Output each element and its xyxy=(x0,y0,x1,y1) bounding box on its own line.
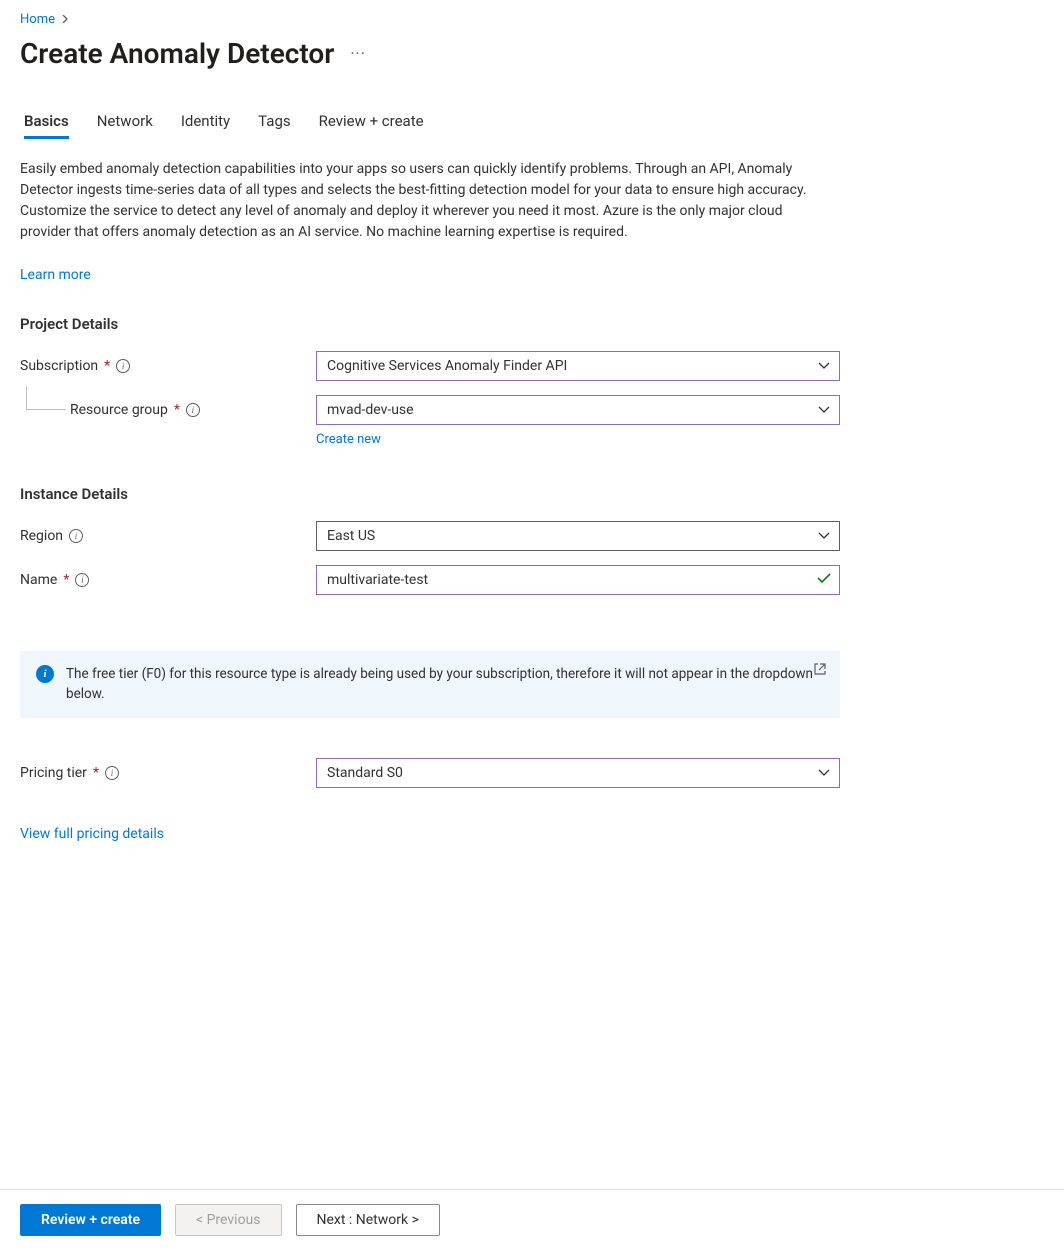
create-new-link[interactable]: Create new xyxy=(316,432,381,447)
region-label: Region i xyxy=(20,528,316,544)
info-icon[interactable]: i xyxy=(186,403,200,417)
name-input[interactable] xyxy=(327,572,807,588)
info-icon: i xyxy=(36,665,54,683)
subscription-label: Subscription * i xyxy=(20,358,316,374)
next-button[interactable]: Next : Network > xyxy=(296,1204,440,1236)
pricing-tier-label: Pricing tier * i xyxy=(20,765,316,781)
info-icon[interactable]: i xyxy=(75,573,89,587)
breadcrumb: Home xyxy=(20,12,1044,27)
subscription-select[interactable]: Cognitive Services Anomaly Finder API xyxy=(316,351,840,381)
name-input-wrapper xyxy=(316,565,840,595)
tabs: Basics Network Identity Tags Review + cr… xyxy=(20,106,1044,139)
tab-review[interactable]: Review + create xyxy=(319,106,424,139)
info-icon[interactable]: i xyxy=(116,359,130,373)
required-indicator: * xyxy=(104,358,110,374)
info-icon[interactable]: i xyxy=(105,766,119,780)
pricing-details-link[interactable]: View full pricing details xyxy=(20,826,164,842)
tab-network[interactable]: Network xyxy=(97,106,153,139)
required-indicator: * xyxy=(63,572,69,588)
name-label: Name * i xyxy=(20,572,316,588)
project-details-header: Project Details xyxy=(20,315,1044,333)
tab-tags[interactable]: Tags xyxy=(258,106,290,139)
learn-more-link[interactable]: Learn more xyxy=(20,267,91,283)
external-link-icon[interactable] xyxy=(814,663,826,679)
region-select[interactable]: East US xyxy=(316,521,840,551)
instance-details-header: Instance Details xyxy=(20,485,1044,503)
chevron-right-icon xyxy=(61,13,69,26)
resource-group-label: Resource group * i xyxy=(20,402,316,418)
page-title: Create Anomaly Detector xyxy=(20,37,334,70)
previous-button: < Previous xyxy=(175,1204,281,1236)
review-create-button[interactable]: Review + create xyxy=(20,1204,161,1236)
required-indicator: * xyxy=(93,765,99,781)
pricing-tier-select[interactable]: Standard S0 xyxy=(316,758,840,788)
breadcrumb-home[interactable]: Home xyxy=(20,12,55,27)
tab-identity[interactable]: Identity xyxy=(181,106,230,139)
tab-basics[interactable]: Basics xyxy=(24,106,69,139)
footer: Review + create < Previous Next : Networ… xyxy=(0,1189,1064,1250)
info-banner-text: The free tier (F0) for this resource typ… xyxy=(66,665,824,704)
description-text: Easily embed anomaly detection capabilit… xyxy=(20,159,830,243)
more-actions-button[interactable]: ··· xyxy=(350,44,366,63)
resource-group-select[interactable]: mvad-dev-use xyxy=(316,395,840,425)
info-banner: i The free tier (F0) for this resource t… xyxy=(20,651,840,718)
required-indicator: * xyxy=(174,402,180,418)
checkmark-icon xyxy=(817,572,831,588)
info-icon[interactable]: i xyxy=(69,529,83,543)
